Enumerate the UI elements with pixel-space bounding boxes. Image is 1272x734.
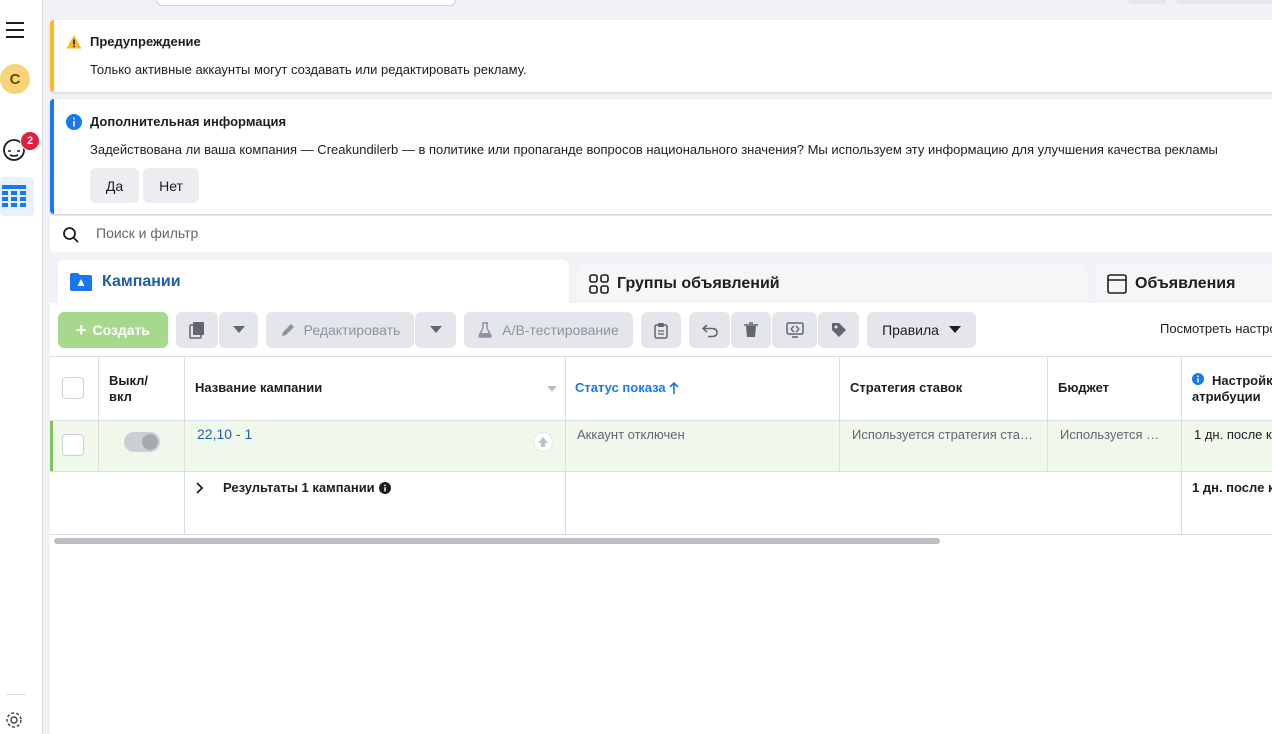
caret-down-icon (232, 326, 245, 333)
sidebar (0, 0, 43, 734)
delete-button[interactable] (731, 312, 771, 348)
header-budget[interactable]: Бюджет (1058, 380, 1109, 395)
summary-bottom-border (50, 534, 1272, 535)
tag-icon (831, 323, 846, 337)
create-button[interactable]: + Создать (58, 312, 168, 348)
trash-icon (744, 322, 758, 337)
warning-title: Предупреждение (90, 34, 201, 49)
menu-icon[interactable] (6, 22, 24, 38)
tag-button[interactable] (818, 312, 859, 348)
ad-sets-icon (589, 274, 609, 294)
bid-strategy-cell: Используется стратегия ставок (852, 427, 1035, 442)
info-title: Дополнительная информация (90, 114, 287, 129)
rules-button-label: Правила (882, 322, 939, 338)
summary-attribution: 1 дн. после клика (1192, 480, 1272, 495)
status-cell: Аккаунт отключен (577, 427, 685, 442)
info-icon (66, 114, 82, 130)
duplicate-icon (189, 322, 204, 339)
col-divider (565, 357, 566, 534)
header-status-label: Статус показа (575, 380, 666, 395)
header-toggle: Выкл/ вкл (109, 373, 149, 404)
warning-body: Только активные аккаунты могут создавать… (90, 62, 527, 77)
ads-manager-nav-item[interactable] (0, 177, 34, 216)
clipboard-icon (654, 322, 668, 339)
summary-label: Результаты 1 кампании (223, 480, 375, 495)
caret-down-icon (948, 326, 961, 333)
info-alert: Дополнительная информация Задействована … (50, 99, 1272, 214)
sidebar-divider (6, 694, 26, 695)
search-icon (63, 227, 79, 243)
info-icon (378, 481, 391, 494)
campaigns-icon (70, 273, 92, 291)
header-attribution[interactable]: Настройка атрибуции (1192, 373, 1272, 405)
ab-test-button[interactable]: A/B-тестирование (464, 312, 633, 348)
row-checkbox[interactable] (62, 434, 84, 456)
col-divider (1047, 357, 1048, 471)
budget-cell: Используется бюджет (1060, 427, 1164, 442)
edit-dropdown[interactable] (415, 312, 456, 348)
top-search-box[interactable] (156, 0, 456, 6)
account-avatar[interactable]: C (0, 64, 30, 94)
ads-icon (1107, 274, 1127, 294)
chevron-right-icon[interactable] (196, 482, 204, 494)
top-button-wide[interactable] (1176, 0, 1272, 4)
tab-label: Объявления (1135, 275, 1236, 292)
duplicate-button[interactable] (176, 312, 218, 348)
summary-results: Результаты 1 кампании (223, 480, 391, 495)
tab-label: Группы объявлений (617, 275, 780, 292)
horizontal-scrollbar[interactable] (54, 538, 940, 544)
rules-button[interactable]: Правила (867, 312, 976, 348)
flask-icon (478, 322, 493, 338)
table-grid-icon (2, 185, 26, 207)
warning-icon (66, 35, 82, 49)
table-top-border (50, 356, 1272, 357)
undo-button[interactable] (689, 312, 730, 348)
duplicate-dropdown[interactable] (219, 312, 258, 348)
search-input[interactable]: Поиск и фильтр (96, 225, 198, 241)
edit-button[interactable]: Редактировать (266, 312, 414, 348)
plus-icon: + (75, 319, 87, 340)
col-divider (98, 357, 99, 471)
edit-button-label: Редактировать (303, 322, 401, 338)
caret-down-icon (429, 326, 442, 333)
header-status[interactable]: Статус показа (575, 380, 679, 395)
col-divider (184, 357, 185, 534)
yes-button[interactable]: Да (90, 168, 139, 203)
warning-alert: Предупреждение Только активные аккаунты … (50, 20, 1272, 92)
tab-ad-sets[interactable]: Группы объявлений (577, 264, 1087, 304)
sort-arrow-up-icon (669, 381, 679, 394)
export-button[interactable] (772, 312, 817, 348)
create-button-label: Создать (92, 322, 151, 338)
view-settings-link[interactable]: Посмотреть настройки (1160, 321, 1272, 336)
tab-ads[interactable]: Объявления (1095, 264, 1272, 304)
search-filter-bar[interactable] (50, 216, 1272, 252)
clipboard-button[interactable] (641, 312, 681, 348)
attribution-cell: 1 дн. после клика (1194, 427, 1272, 442)
tab-campaigns[interactable]: Кампании (58, 260, 569, 304)
select-all-checkbox[interactable] (62, 377, 84, 399)
notification-badge: 2 (20, 131, 40, 151)
no-button[interactable]: Нет (143, 168, 199, 203)
col-divider (1181, 357, 1182, 534)
campaign-toggle[interactable] (124, 432, 160, 452)
top-button[interactable] (1128, 0, 1166, 4)
header-bid-strategy[interactable]: Стратегия ставок (850, 380, 962, 395)
undo-icon (701, 324, 718, 338)
export-icon (785, 322, 804, 338)
pencil-icon (281, 324, 294, 336)
sort-caret-icon[interactable] (547, 386, 557, 392)
tab-label: Кампании (102, 273, 181, 290)
gear-icon[interactable] (4, 710, 24, 730)
col-divider (839, 357, 840, 471)
header-campaign-name[interactable]: Название кампании (195, 380, 322, 395)
campaign-name-link[interactable]: 22,10 - 1 (197, 426, 252, 442)
boost-button[interactable] (533, 432, 553, 452)
row-bottom-border (50, 471, 1272, 472)
info-body: Задействована ли ваша компания — Creakun… (90, 142, 1218, 157)
campaigns-panel (50, 303, 1272, 734)
arrow-up-icon (538, 437, 548, 447)
ab-test-button-label: A/B-тестирование (502, 322, 619, 338)
